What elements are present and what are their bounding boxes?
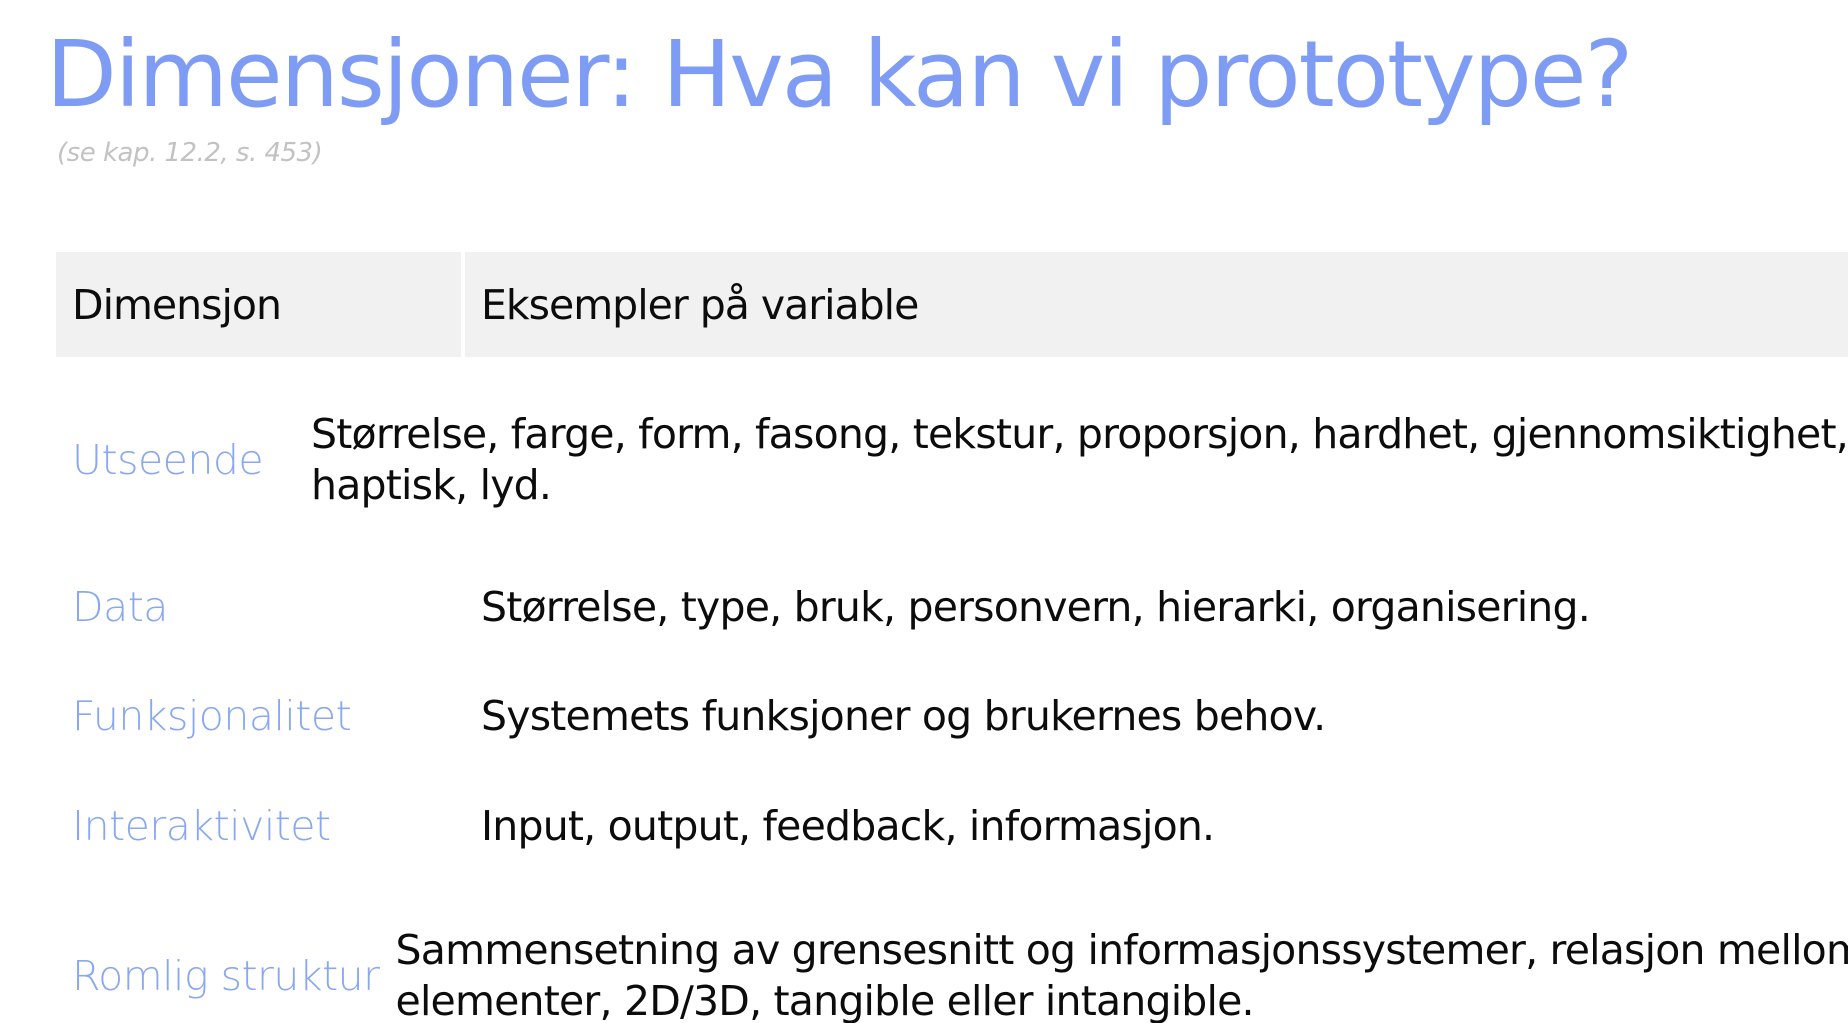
dimension-cell: Data: [72, 583, 168, 631]
slide-subtitle: (se kap. 12.2, s. 453): [57, 138, 323, 168]
examples-line: haptisk, lyd.: [311, 461, 552, 509]
dimension-cell: Funksjonalitet: [72, 692, 352, 740]
table-row: Funksjonalitet Systemets funksjoner og b…: [56, 686, 1848, 746]
examples-cell: Størrelse, type, bruk, personvern, hiera…: [465, 582, 1848, 633]
table-header-row: Dimensjon Eksempler på variable: [56, 252, 1848, 357]
table-row: Interaktivitet Input, output, feedback, …: [56, 796, 1848, 856]
examples-line: Systemets funksjoner og brukernes behov.: [481, 691, 1326, 740]
examples-line: Størrelse, type, bruk, personvern, hiera…: [481, 582, 1591, 631]
examples-line: elementer, 2D/3D, tangible eller intangi…: [395, 977, 1255, 1023]
header-dimension: Dimensjon: [56, 252, 461, 357]
examples-line: Input, output, feedback, informasjon.: [481, 801, 1215, 850]
table-row: Romlig struktur Sammensetning av grenses…: [56, 916, 1848, 1023]
examples-cell: Sammensetning av grensesnitt og informas…: [380, 925, 1848, 1023]
dimension-cell: Romlig struktur: [72, 952, 380, 1000]
examples-cell: Input, output, feedback, informasjon.: [465, 801, 1848, 852]
examples-cell: Størrelse, farge, form, fasong, tekstur,…: [295, 409, 1848, 511]
examples-cell: Systemets funksjoner og brukernes behov.: [465, 691, 1848, 742]
dimension-cell: Interaktivitet: [72, 802, 331, 850]
dimensions-table: Dimensjon Eksempler på variable Utseende…: [56, 252, 1848, 1023]
dimension-cell: Utseende: [72, 436, 264, 484]
examples-line: Sammensetning av grensesnitt og informas…: [395, 926, 1848, 974]
table-row: Data Størrelse, type, bruk, personvern, …: [56, 577, 1848, 637]
slide-title: Dimensjoner: Hva kan vi prototype?: [46, 21, 1633, 128]
table-row: Utseende Størrelse, farge, form, fasong,…: [56, 400, 1848, 520]
header-examples: Eksempler på variable: [465, 252, 1848, 357]
examples-line: Størrelse, farge, form, fasong, tekstur,…: [311, 410, 1848, 458]
